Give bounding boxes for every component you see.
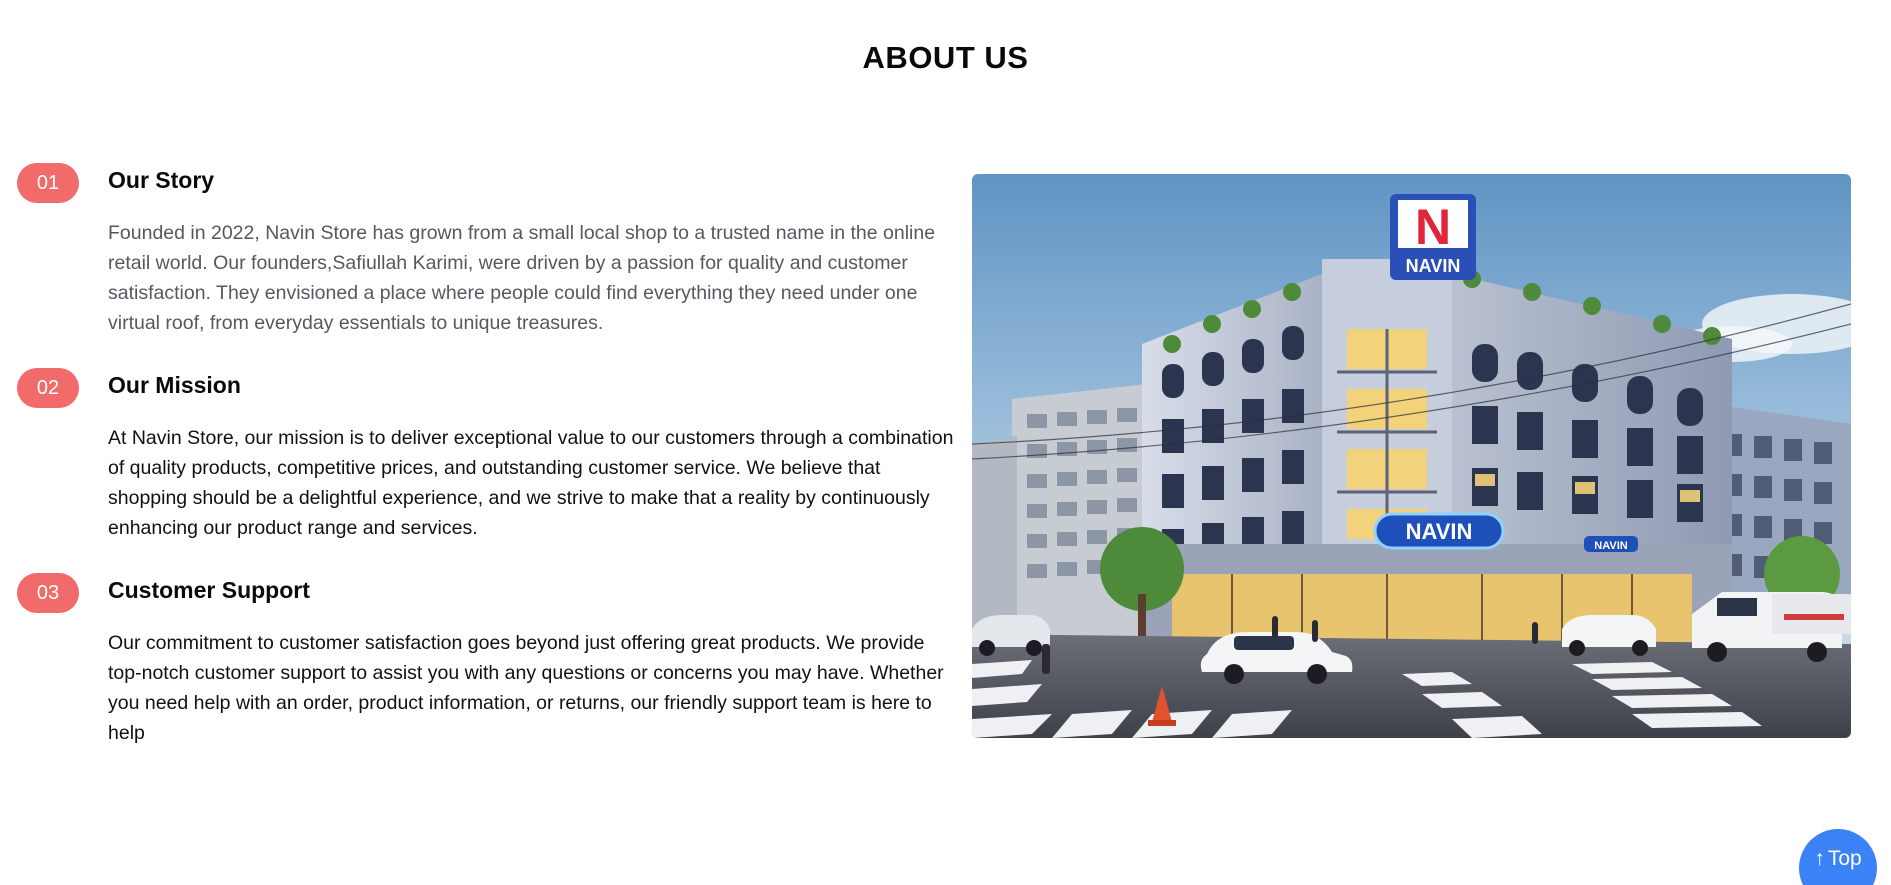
about-page: ABOUT US 01 Our Story Founded in 2022, N… [0, 0, 1891, 885]
section-body: Founded in 2022, Navin Store has grown f… [108, 222, 936, 334]
section-number-badge: 02 [17, 368, 79, 408]
rooftop-logo-letter: N [1415, 199, 1451, 255]
section-body: At Navin Store, our mission is to delive… [108, 427, 954, 539]
section-title: Customer Support [108, 577, 310, 603]
section-title: Our Mission [108, 372, 241, 398]
back-to-top-label: Top [1827, 847, 1862, 870]
section-number-badge: 01 [17, 163, 79, 203]
store-building-image: N NAVIN NAVIN NAVIN [972, 174, 1851, 738]
back-to-top-button[interactable]: ↑ Top [1799, 829, 1877, 885]
arrow-up-icon: ↑ [1814, 847, 1825, 870]
page-title: ABOUT US [862, 40, 1029, 75]
section-number-badge: 03 [17, 573, 79, 613]
section-title: Our Story [108, 167, 215, 193]
rooftop-logo-text: NAVIN [1406, 256, 1461, 276]
section-body: Our commitment to customer satisfaction … [108, 632, 944, 744]
small-sign-text: NAVIN [1594, 540, 1627, 552]
storefront-sign-text: NAVIN [1406, 519, 1473, 544]
